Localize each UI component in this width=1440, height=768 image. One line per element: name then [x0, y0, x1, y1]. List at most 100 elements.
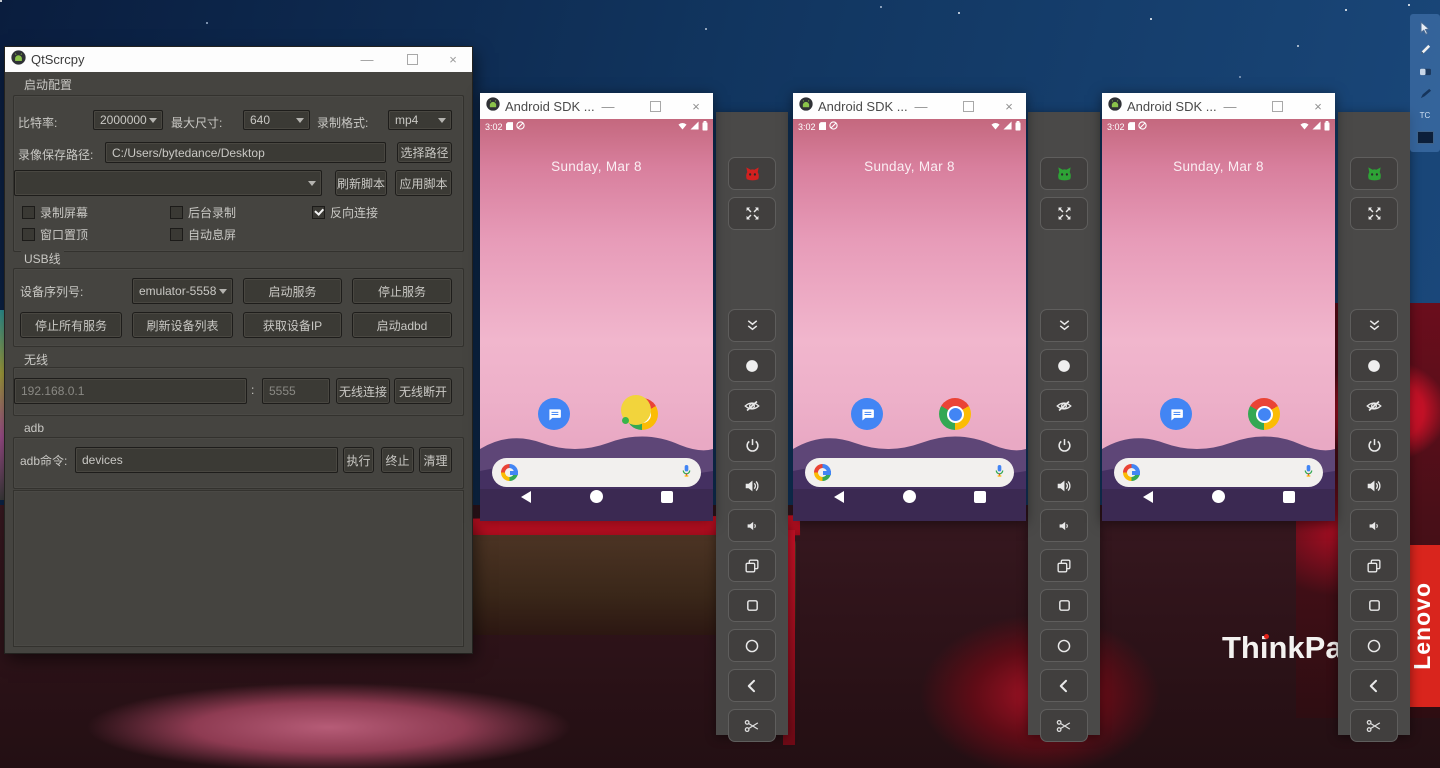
wireless-port-input[interactable]: 5555 — [262, 378, 330, 404]
stop-service-button[interactable]: 停止服务 — [352, 278, 452, 304]
screen-off-button[interactable] — [728, 389, 776, 422]
stop-all-services-button[interactable]: 停止所有服务 — [20, 312, 122, 338]
volume-down-button[interactable] — [1040, 509, 1088, 542]
screenshot-button[interactable] — [1040, 709, 1088, 742]
maximize-button[interactable] — [956, 93, 980, 119]
back-button[interactable] — [1040, 669, 1088, 702]
touch-button[interactable] — [1350, 349, 1398, 382]
touch-button[interactable] — [1040, 349, 1088, 382]
screenshot-button[interactable] — [1350, 709, 1398, 742]
format-select[interactable]: mp4 — [388, 110, 452, 130]
log-output-area[interactable] — [13, 490, 464, 647]
text-tool-icon[interactable]: TC — [1416, 107, 1434, 124]
minimize-button[interactable]: — — [596, 93, 620, 119]
clear-button[interactable]: 清理 — [419, 447, 452, 473]
expand-button[interactable] — [728, 309, 776, 342]
nav-recents-icon[interactable] — [1283, 491, 1295, 503]
start-service-button[interactable]: 启动服务 — [243, 278, 342, 304]
group-control-button[interactable] — [1350, 157, 1398, 190]
nav-home-icon[interactable] — [590, 490, 603, 503]
start-adbd-button[interactable]: 启动adbd — [352, 312, 452, 338]
serial-select[interactable]: emulator-5558 — [132, 278, 233, 304]
save-path-input[interactable]: C:/Users/bytedance/Desktop — [105, 142, 386, 163]
expand-button[interactable] — [1040, 309, 1088, 342]
messages-icon[interactable] — [538, 398, 570, 430]
checkbox-record-screen[interactable]: 录制屏幕 — [22, 204, 88, 221]
nav-recents-icon[interactable] — [974, 491, 986, 503]
pen-icon[interactable] — [1416, 41, 1434, 58]
power-button[interactable] — [1040, 429, 1088, 462]
chrome-icon[interactable] — [1248, 398, 1280, 430]
maximize-button[interactable] — [1265, 93, 1289, 119]
app-switch-button[interactable] — [1040, 549, 1088, 582]
expand-button[interactable] — [1350, 309, 1398, 342]
screen-icon[interactable] — [1416, 129, 1434, 146]
device-screen[interactable]: 3:02 Sunday, Mar 8 — [1102, 119, 1335, 521]
home-button[interactable] — [1040, 629, 1088, 662]
home-button[interactable] — [728, 629, 776, 662]
checkbox-background-record[interactable]: 后台录制 — [170, 204, 236, 221]
group-control-button[interactable] — [1040, 157, 1088, 190]
checkbox-reverse-connect[interactable]: 反向连接 — [312, 204, 378, 221]
nav-back-icon[interactable] — [834, 491, 844, 503]
nav-recents-icon[interactable] — [661, 491, 673, 503]
power-button[interactable] — [728, 429, 776, 462]
app-switch-button[interactable] — [1350, 549, 1398, 582]
refresh-script-button[interactable]: 刷新脚本 — [335, 170, 387, 196]
menu-button[interactable] — [1350, 589, 1398, 622]
fullscreen-button[interactable] — [1350, 197, 1398, 230]
menu-button[interactable] — [728, 589, 776, 622]
minimize-button[interactable]: — — [1218, 93, 1242, 119]
screenshot-button[interactable] — [728, 709, 776, 742]
screen-off-button[interactable] — [1350, 389, 1398, 422]
nav-home-icon[interactable] — [1212, 490, 1225, 503]
volume-down-button[interactable] — [1350, 509, 1398, 542]
get-device-ip-button[interactable]: 获取设备IP — [243, 312, 342, 338]
minimize-button[interactable]: — — [354, 47, 380, 72]
volume-down-button[interactable] — [728, 509, 776, 542]
wireless-connect-button[interactable]: 无线连接 — [336, 378, 390, 404]
nav-back-icon[interactable] — [521, 491, 531, 503]
fullscreen-button[interactable] — [1040, 197, 1088, 230]
maxsize-select[interactable]: 640 — [243, 110, 310, 130]
marker-icon[interactable] — [1416, 85, 1434, 102]
choose-path-button[interactable]: 选择路径 — [397, 142, 452, 163]
checkbox-auto-screen-off[interactable]: 自动息屏 — [170, 226, 236, 243]
device-screen[interactable]: 3:02 Sunday, Mar 8 — [793, 119, 1026, 521]
minimize-button[interactable]: — — [909, 93, 933, 119]
back-button[interactable] — [1350, 669, 1398, 702]
power-button[interactable] — [1350, 429, 1398, 462]
adb-command-input[interactable]: devices — [75, 447, 338, 473]
touch-button[interactable] — [728, 349, 776, 382]
maximize-button[interactable] — [399, 47, 425, 72]
screen-off-button[interactable] — [1040, 389, 1088, 422]
google-search-bar[interactable] — [1114, 458, 1323, 487]
checkbox-window-on-top[interactable]: 窗口置顶 — [22, 226, 88, 243]
volume-up-button[interactable] — [1040, 469, 1088, 502]
close-button[interactable]: × — [684, 93, 708, 119]
wireless-ip-input[interactable]: 192.168.0.1 — [14, 378, 247, 404]
mic-icon[interactable] — [1303, 464, 1314, 482]
messages-icon[interactable] — [1160, 398, 1192, 430]
home-button[interactable] — [1350, 629, 1398, 662]
close-button[interactable]: × — [440, 47, 466, 72]
messages-icon[interactable] — [851, 398, 883, 430]
google-search-bar[interactable] — [805, 458, 1014, 487]
chrome-icon[interactable] — [939, 398, 971, 430]
cursor-icon[interactable] — [1416, 19, 1434, 36]
mic-icon[interactable] — [994, 464, 1005, 482]
menu-button[interactable] — [1040, 589, 1088, 622]
wireless-disconnect-button[interactable]: 无线断开 — [394, 378, 452, 404]
refresh-device-list-button[interactable]: 刷新设备列表 — [132, 312, 233, 338]
apply-script-button[interactable]: 应用脚本 — [395, 170, 452, 196]
fullscreen-button[interactable] — [728, 197, 776, 230]
volume-up-button[interactable] — [1350, 469, 1398, 502]
close-button[interactable]: × — [1306, 93, 1330, 119]
volume-up-button[interactable] — [728, 469, 776, 502]
eraser-icon[interactable] — [1416, 63, 1434, 80]
bitrate-select[interactable]: 2000000 — [93, 110, 163, 130]
maximize-button[interactable] — [643, 93, 667, 119]
google-search-bar[interactable] — [492, 458, 701, 487]
nav-back-icon[interactable] — [1143, 491, 1153, 503]
back-button[interactable] — [728, 669, 776, 702]
